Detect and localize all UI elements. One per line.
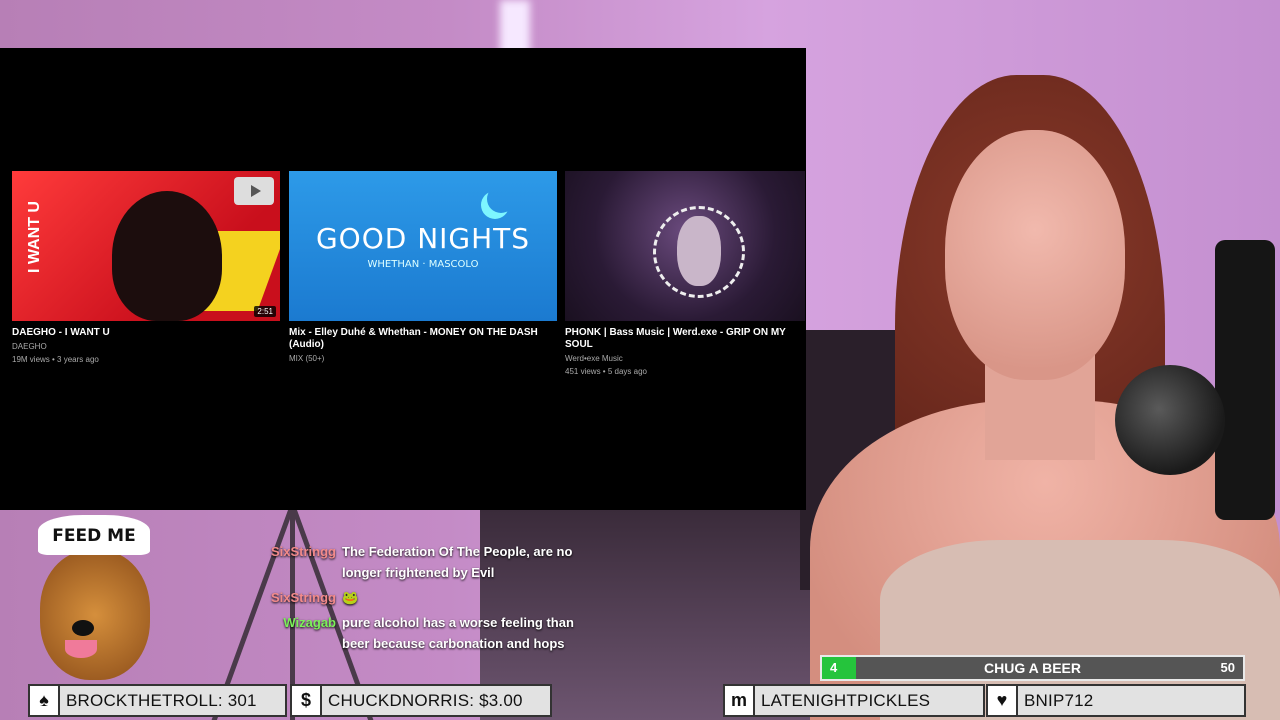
chat-emote: 🐸 — [342, 590, 359, 605]
dog-image — [40, 550, 150, 680]
chat-overlay: SixStringg The Federation Of The People,… — [262, 541, 582, 658]
video-channel: Werd•exe Music — [565, 354, 623, 363]
dollar-icon: $ — [292, 686, 322, 715]
video-card[interactable]: I WANT U 2:51 DAEGHO - I WANT U DAEGHO 1… — [12, 171, 280, 365]
video-stats: 451 views • 5 days ago — [565, 367, 647, 376]
goal-target: 50 — [1220, 660, 1235, 675]
goal-label: CHUG A BEER — [984, 660, 1081, 676]
bar-text: LATENIGHTPICKLES — [761, 690, 931, 710]
chat-username: SixStringg — [270, 544, 336, 559]
bar-text: BNIP712 — [1024, 690, 1094, 710]
video-stats: 19M views • 3 years ago — [12, 355, 99, 364]
chat-username: SixStringg — [270, 590, 336, 605]
video-title[interactable]: PHONK | Bass Music | Werd.exe - GRIP ON … — [565, 327, 805, 351]
video-thumbnail[interactable] — [565, 171, 805, 321]
bar-text: BROCKTHETROLL: 301 — [66, 690, 257, 710]
heart-icon: ♥ — [988, 686, 1018, 715]
latest-subscriber-bar: ♥ BNIP712 — [986, 684, 1246, 717]
chat-message: SixStringg 🐸 — [262, 587, 582, 608]
youtube-end-screen: I WANT U 2:51 DAEGHO - I WANT U DAEGHO 1… — [0, 48, 806, 510]
chat-text: The Federation Of The People, are no lon… — [342, 544, 573, 580]
video-card[interactable]: GOOD NIGHTS WHETHAN · MASCOLO Mix - Elle… — [289, 171, 557, 364]
chat-message: Wizagab pure alcohol has a worse feeling… — [262, 612, 582, 654]
thumbnail-text: I WANT U — [26, 201, 43, 273]
chat-text: pure alcohol has a worse feeling than be… — [342, 615, 574, 651]
feed-me-label: FEED ME — [38, 515, 150, 555]
mic-arm — [1215, 240, 1275, 520]
chat-username: Wizagab — [283, 615, 336, 630]
video-title[interactable]: DAEGHO - I WANT U — [12, 327, 280, 339]
video-thumbnail[interactable]: GOOD NIGHTS WHETHAN · MASCOLO — [289, 171, 557, 321]
thumbnail-subtitle: WHETHAN · MASCOLO — [367, 259, 479, 270]
moon-icon — [487, 185, 515, 213]
video-duration: 2:51 — [254, 306, 276, 317]
goal-bar: 4 CHUG A BEER 50 — [820, 655, 1245, 681]
microphone — [1115, 365, 1225, 475]
latest-tip-bar: $ CHUCKDNORRIS: $3.00 — [290, 684, 552, 717]
feed-me-dog-overlay: FEED ME — [20, 510, 155, 685]
bar-text: CHUCKDNORRIS: $3.00 — [328, 690, 523, 710]
latest-member-bar: m LATENIGHTPICKLES — [723, 684, 985, 717]
latest-follower-bar: ♠ BROCKTHETROLL: 301 — [28, 684, 287, 717]
video-channel: DAEGHO — [12, 342, 47, 351]
video-title[interactable]: Mix - Elley Duhé & Whethan - MONEY ON TH… — [289, 327, 557, 351]
thumbnail-title: GOOD NIGHTS — [315, 222, 531, 255]
member-icon: m — [725, 686, 755, 715]
video-thumbnail[interactable]: I WANT U 2:51 — [12, 171, 280, 321]
spade-icon: ♠ — [30, 686, 60, 715]
video-card[interactable]: PHONK | Bass Music | Werd.exe - GRIP ON … — [565, 171, 805, 377]
chat-message: SixStringg The Federation Of The People,… — [262, 541, 582, 583]
audio-visualizer-ring — [653, 206, 745, 298]
video-stats: MIX (50+) — [289, 354, 325, 363]
play-icon — [234, 177, 274, 205]
